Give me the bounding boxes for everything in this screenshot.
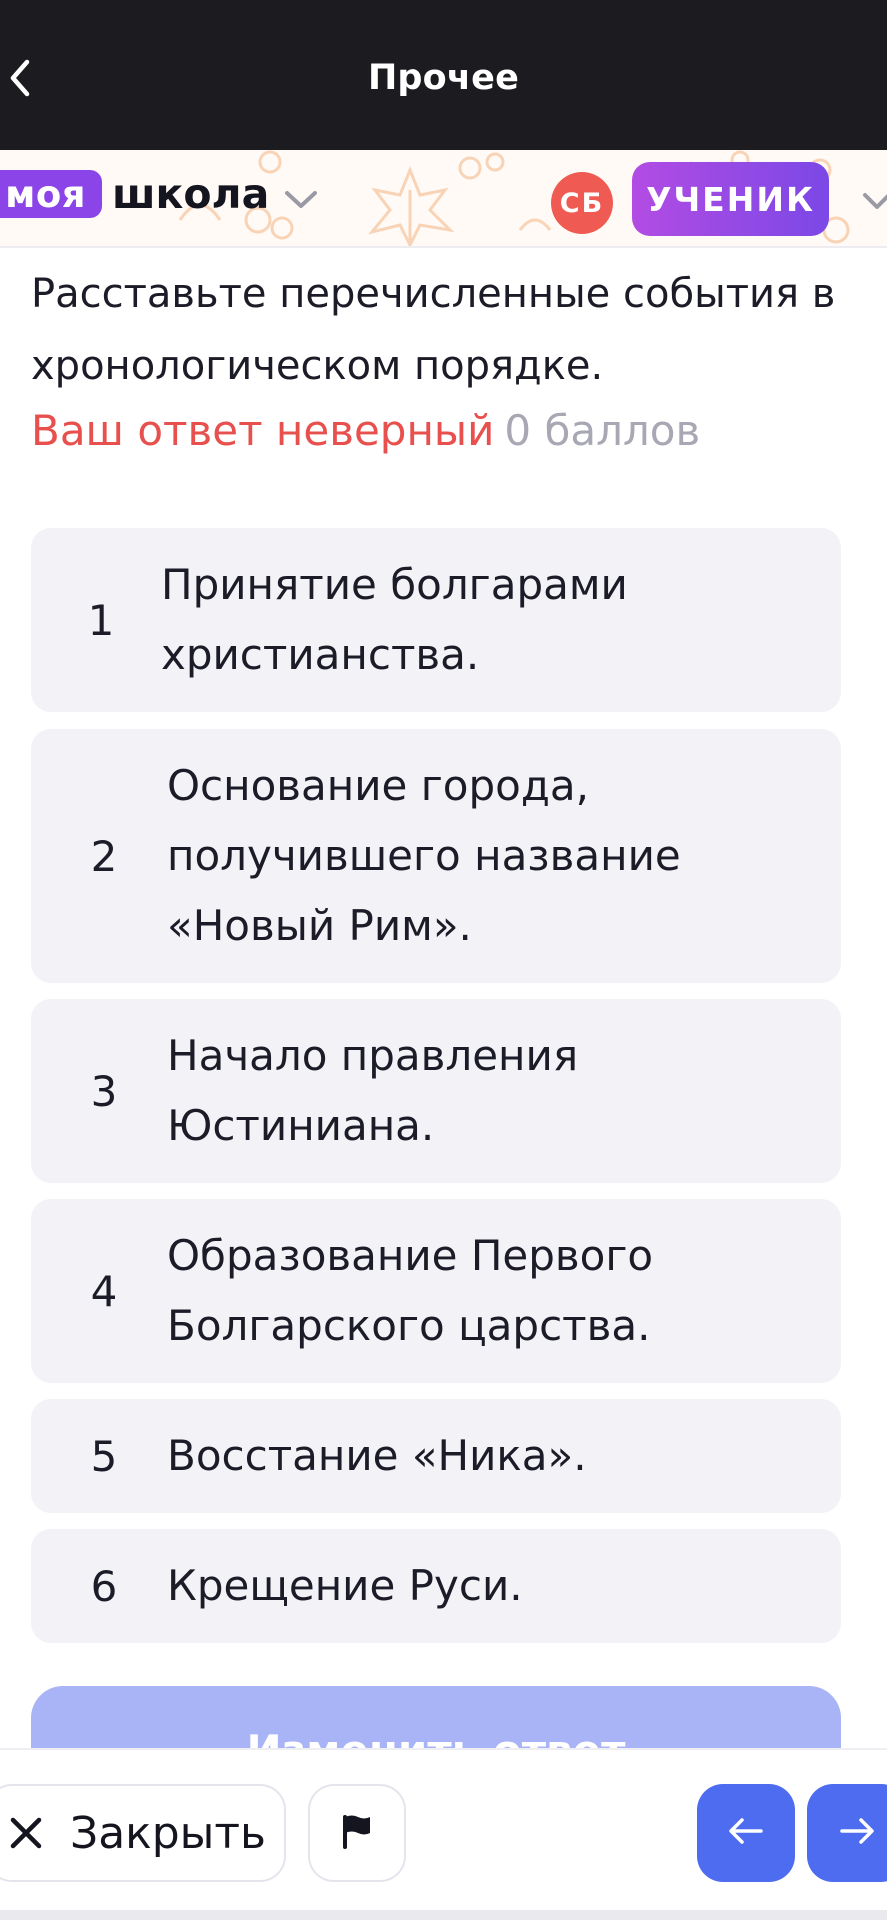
page: Прочее моя школа СБ УЧЕНИК Расставьте пе… (0, 0, 887, 1920)
arrow-right-icon (839, 1816, 875, 1850)
answer-number: 2 (90, 831, 118, 881)
school-chevron-down-icon[interactable] (284, 190, 318, 214)
answer-number: 5 (90, 1431, 118, 1481)
role-badge[interactable]: УЧЕНИК (632, 162, 829, 236)
answer-number: 1 (87, 595, 115, 645)
result-status: Ваш ответ неверный (31, 406, 495, 455)
answer-item[interactable]: 5 Восстание «Ника». (31, 1399, 841, 1513)
answer-text: Начало правления Юстиниана. (167, 1031, 579, 1150)
close-icon (8, 1815, 44, 1851)
prev-button[interactable] (697, 1784, 795, 1882)
flag-icon (340, 1813, 374, 1853)
answer-text: Крещение Руси. (167, 1561, 523, 1610)
close-button[interactable]: Закрыть (0, 1784, 286, 1882)
answer-item[interactable]: 3 Начало правления Юстиниана. (31, 999, 841, 1183)
answer-text: Образование Первого Болгарского царства. (167, 1231, 654, 1350)
arrow-left-icon (728, 1816, 764, 1850)
answer-item[interactable]: 1 Принятие болгарами христианства. (31, 528, 841, 712)
answer-text: Принятие болгарами христианства. (161, 560, 628, 679)
answer-text: Основание города, получившего название «… (167, 761, 681, 950)
bottom-bar: Закрыть (0, 1748, 887, 1920)
result-line: Ваш ответ неверный 0 баллов (31, 400, 700, 462)
logo-word: школа (112, 170, 270, 218)
avatar[interactable]: СБ (551, 172, 613, 234)
answer-item[interactable]: 6 Крещение Руси. (31, 1529, 841, 1643)
answer-number: 4 (90, 1266, 118, 1316)
top-bar: Прочее (0, 0, 887, 150)
answer-item[interactable]: 4 Образование Первого Болгарского царств… (31, 1199, 841, 1383)
logo-badge: моя (0, 170, 102, 218)
flag-button[interactable] (308, 1784, 406, 1882)
answer-text: Восстание «Ника». (167, 1431, 587, 1480)
school-header: моя школа СБ УЧЕНИК (0, 150, 887, 248)
question-text: Расставьте перечисленные события в хроно… (31, 271, 836, 389)
score: 0 баллов (504, 406, 701, 455)
role-chevron-down-icon[interactable] (862, 192, 887, 216)
answer-number: 6 (90, 1561, 118, 1611)
close-label: Закрыть (70, 1807, 266, 1859)
home-indicator (0, 1910, 887, 1920)
answer-item[interactable]: 2 Основание города, получившего название… (31, 729, 841, 983)
answer-number: 3 (90, 1066, 118, 1116)
next-button[interactable] (807, 1784, 887, 1882)
page-title: Прочее (367, 58, 520, 98)
